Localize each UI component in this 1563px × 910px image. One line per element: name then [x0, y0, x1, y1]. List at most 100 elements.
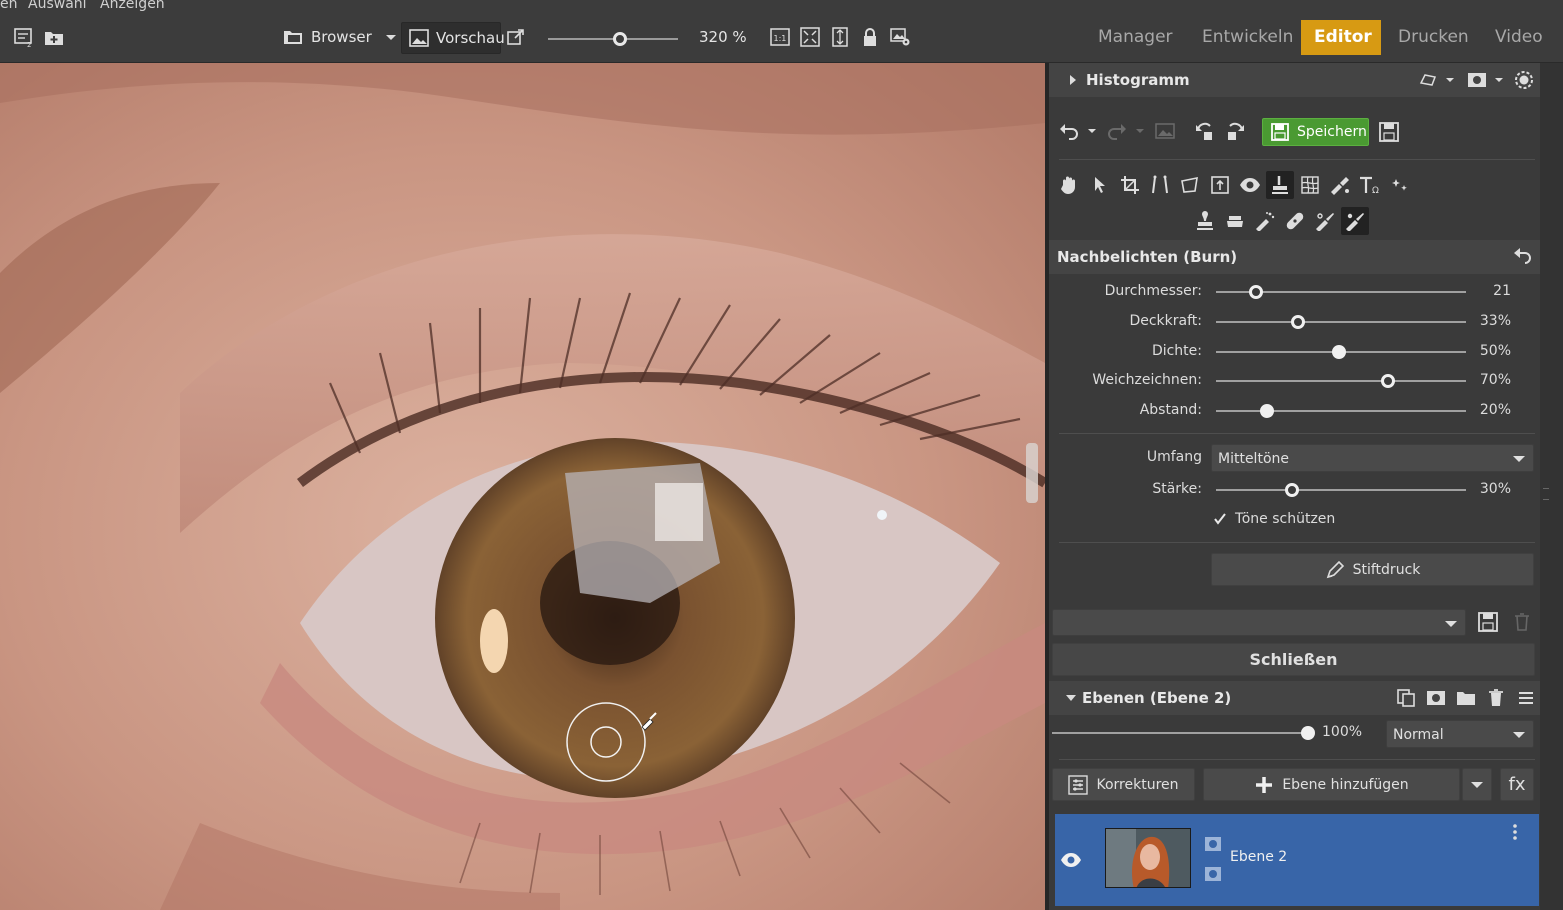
protect-tones-checkbox[interactable] [1213, 512, 1227, 526]
corrections-button[interactable]: Korrekturen [1052, 768, 1195, 801]
actual-size-icon[interactable]: 1:1 [767, 24, 793, 50]
undo-icon[interactable] [1057, 119, 1081, 143]
slider-knob[interactable] [1285, 483, 1299, 497]
slider-knob[interactable] [1291, 315, 1305, 329]
eraser-icon[interactable] [1223, 209, 1247, 233]
expand-arrow-icon[interactable] [1061, 68, 1085, 92]
add-layer-label: Ebene hinzufügen [1282, 776, 1409, 793]
chevron-down-icon [1445, 621, 1457, 627]
panel-scrollbar[interactable] [1540, 63, 1563, 910]
layers-header[interactable]: Ebenen (Ebene 2) [1049, 681, 1540, 715]
menu-item-anzeigen[interactable]: Anzeigen [100, 0, 165, 12]
image-icon [406, 25, 432, 51]
chevron-down-icon[interactable] [1487, 68, 1511, 92]
redo-dropdown-icon [1128, 119, 1152, 143]
slider-knob[interactable] [1249, 285, 1263, 299]
import-icon[interactable] [41, 24, 67, 50]
bandage-icon[interactable] [1283, 209, 1307, 233]
menu-icon[interactable] [1514, 686, 1538, 710]
fit-height-icon[interactable] [827, 24, 853, 50]
mask-icon[interactable] [1465, 68, 1489, 92]
perspective-icon[interactable] [1178, 173, 1202, 197]
slider-knob[interactable] [1332, 345, 1346, 359]
staerke-value: 30% [1479, 481, 1511, 497]
selection-tool-icon[interactable] [1416, 68, 1440, 92]
external-window-icon[interactable] [503, 24, 529, 50]
straighten-icon[interactable] [1148, 173, 1172, 197]
vorschau-button[interactable]: Vorschau [401, 22, 505, 54]
red-eye-icon[interactable] [1238, 173, 1262, 197]
layer-mask-indicator-icon [1203, 834, 1223, 854]
chevron-down-icon [1513, 732, 1525, 738]
duplicate-layer-icon[interactable] [1394, 686, 1418, 710]
gear-icon[interactable] [1512, 68, 1536, 92]
layer-opacity-value: 100% [1322, 724, 1363, 740]
view-settings-icon[interactable] [887, 24, 913, 50]
tab-manager[interactable]: Manager [1085, 20, 1186, 55]
trash-icon[interactable] [1484, 686, 1508, 710]
text-tool-icon[interactable]: Ω [1358, 173, 1382, 197]
blend-mode-dropdown[interactable]: Normal [1386, 720, 1534, 748]
dodge-burn-tool-icon[interactable] [1266, 171, 1294, 199]
hand-tool-icon[interactable] [1057, 173, 1081, 197]
lock-icon[interactable] [857, 24, 883, 50]
slider-label: Weichzeichnen: [1092, 372, 1202, 388]
fx-button[interactable]: fx [1500, 768, 1534, 801]
save-preset-icon[interactable] [1476, 610, 1500, 634]
add-layer-dropdown[interactable] [1462, 768, 1492, 801]
pen-pressure-button[interactable]: Stiftdruck [1211, 553, 1534, 586]
add-layer-button[interactable]: Ebene hinzufügen [1203, 768, 1460, 801]
tab-editor[interactable]: Editor [1301, 20, 1381, 55]
tab-entwickeln[interactable]: Entwickeln [1189, 20, 1306, 55]
slider-knob[interactable] [1381, 374, 1395, 388]
smudge-brush-icon[interactable] [1313, 209, 1337, 233]
reset-arrow-icon[interactable] [1510, 245, 1534, 269]
spot-healing-icon[interactable] [1253, 209, 1277, 233]
save-as-icon[interactable] [1377, 120, 1401, 144]
layout-icon[interactable]: 2 [11, 24, 37, 50]
slider-track[interactable] [1216, 321, 1466, 323]
colorize-brush-icon[interactable] [1328, 173, 1352, 197]
undo-dropdown-icon[interactable] [1080, 119, 1104, 143]
rotate-right-icon[interactable] [1223, 119, 1247, 143]
slider-label: Durchmesser: [1104, 283, 1202, 299]
tab-video[interactable]: Video [1482, 20, 1556, 55]
layer-row[interactable]: Ebene 2 [1055, 814, 1539, 906]
canvas-scroll-handle[interactable] [1026, 443, 1038, 503]
preset-dropdown[interactable] [1052, 609, 1466, 636]
fit-screen-icon[interactable] [797, 24, 823, 50]
slider-value: 21 [1493, 283, 1511, 299]
burn-brush-icon[interactable] [1341, 207, 1369, 235]
tab-drucken[interactable]: Drucken [1385, 20, 1482, 55]
umfang-dropdown[interactable]: Mitteltöne [1211, 444, 1534, 472]
menu-item-auswahl[interactable]: Auswahl [28, 0, 87, 12]
save-button[interactable]: Speichern [1262, 118, 1369, 146]
burn-tool-title: Nachbelichten (Burn) [1057, 248, 1238, 266]
effects-sparkle-icon[interactable] [1388, 173, 1412, 197]
liquify-icon[interactable] [1298, 173, 1322, 197]
more-options-icon[interactable] [1507, 822, 1523, 842]
layer-mask-icon[interactable] [1424, 686, 1448, 710]
slider-track[interactable] [1216, 489, 1466, 491]
layer-opacity-knob[interactable] [1301, 726, 1315, 740]
slider-track[interactable] [1216, 380, 1466, 382]
menu-item-en[interactable]: en [0, 0, 18, 12]
histogram-header[interactable]: Histogramm [1049, 63, 1540, 97]
chevron-down-icon[interactable] [1438, 68, 1462, 92]
collapse-arrow-icon[interactable] [1059, 686, 1083, 710]
rotate-left-icon[interactable] [1193, 119, 1217, 143]
slider-track[interactable] [1216, 410, 1466, 412]
browser-button[interactable]: Browser [311, 28, 372, 46]
crop-icon[interactable] [1118, 173, 1142, 197]
folder-icon[interactable] [1454, 686, 1478, 710]
layer-opacity-track[interactable] [1052, 732, 1305, 734]
eye-icon[interactable] [1059, 848, 1083, 872]
zoom-slider-knob[interactable] [613, 32, 627, 46]
browser-folder-icon[interactable] [280, 24, 306, 50]
photo-canvas[interactable] [0, 63, 1045, 910]
slider-knob[interactable] [1260, 404, 1274, 418]
select-arrow-icon[interactable] [1088, 173, 1112, 197]
clone-stamp-icon[interactable] [1193, 209, 1217, 233]
canvas-size-icon[interactable] [1208, 173, 1232, 197]
close-tool-button[interactable]: Schließen [1052, 643, 1535, 676]
